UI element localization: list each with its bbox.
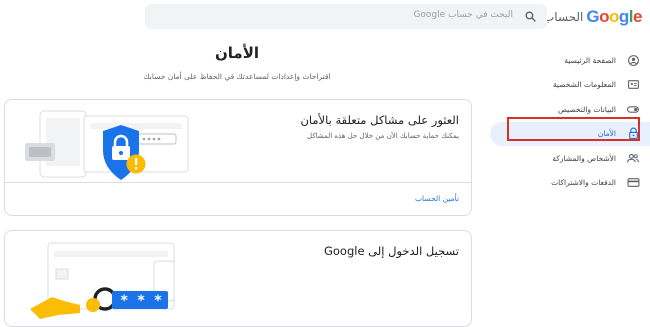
sidebar-item-people-sharing[interactable]: الأشخاص والمشاركة (490, 146, 650, 171)
card-description: يمكنك حماية حسابك الآن من خلال حل هذه ال… (307, 132, 459, 140)
credit-card-icon (626, 176, 640, 190)
search-icon[interactable] (524, 10, 537, 23)
top-bar: Google الحساب البحث في حساب Google (0, 0, 650, 36)
page-title: الأمان (214, 44, 260, 62)
search-input[interactable]: البحث في حساب Google (413, 10, 513, 20)
google-logo: Google (586, 7, 642, 26)
sidebar-item-home[interactable]: الصفحة الرئيسية (490, 48, 650, 73)
page-subtitle: اقتراحات وإعدادات لمساعدتك في الحفاظ على… (143, 72, 331, 81)
sidebar-item-label: الدفعات والاشتراكات (551, 178, 616, 188)
signin-illustration: * * * (30, 242, 175, 319)
sidebar-item-payments[interactable]: الدفعات والاشتراكات (490, 171, 650, 196)
personal-info-icon (626, 78, 640, 92)
sidebar-item-label: البيانات والتخصيص (557, 104, 616, 114)
svg-text:* * *: * * * (120, 293, 162, 309)
sidebar-item-personal-info[interactable]: المعلومات الشخصية (490, 73, 650, 98)
divider (5, 182, 471, 183)
card-title: العثور على مشاكل متعلقة بالأمان (300, 113, 459, 127)
home-icon (626, 53, 640, 67)
sidebar-item-label: الأشخاص والمشاركة (552, 153, 616, 163)
sidebar-item-label: الصفحة الرئيسية (564, 55, 616, 65)
card-title: تسجيل الدخول إلى Google (323, 244, 459, 258)
account-label: الحساب (542, 10, 584, 24)
google-signin-card[interactable]: * * * تسجيل الدخول إلى Google (4, 230, 472, 327)
security-illustration (25, 110, 189, 180)
sidebar-item-label: المعلومات الشخصية (552, 80, 616, 90)
toggle-icon (626, 102, 640, 116)
secure-account-link[interactable]: تأمين الحساب (415, 194, 459, 203)
google-account-logo[interactable]: Google الحساب (542, 7, 643, 27)
security-issues-card[interactable]: العثور على مشاكل متعلقة بالأمان يمكنك حم… (4, 99, 472, 216)
search-bar[interactable]: البحث في حساب Google (145, 4, 547, 29)
highlight-box (507, 117, 640, 141)
people-icon (626, 151, 640, 165)
